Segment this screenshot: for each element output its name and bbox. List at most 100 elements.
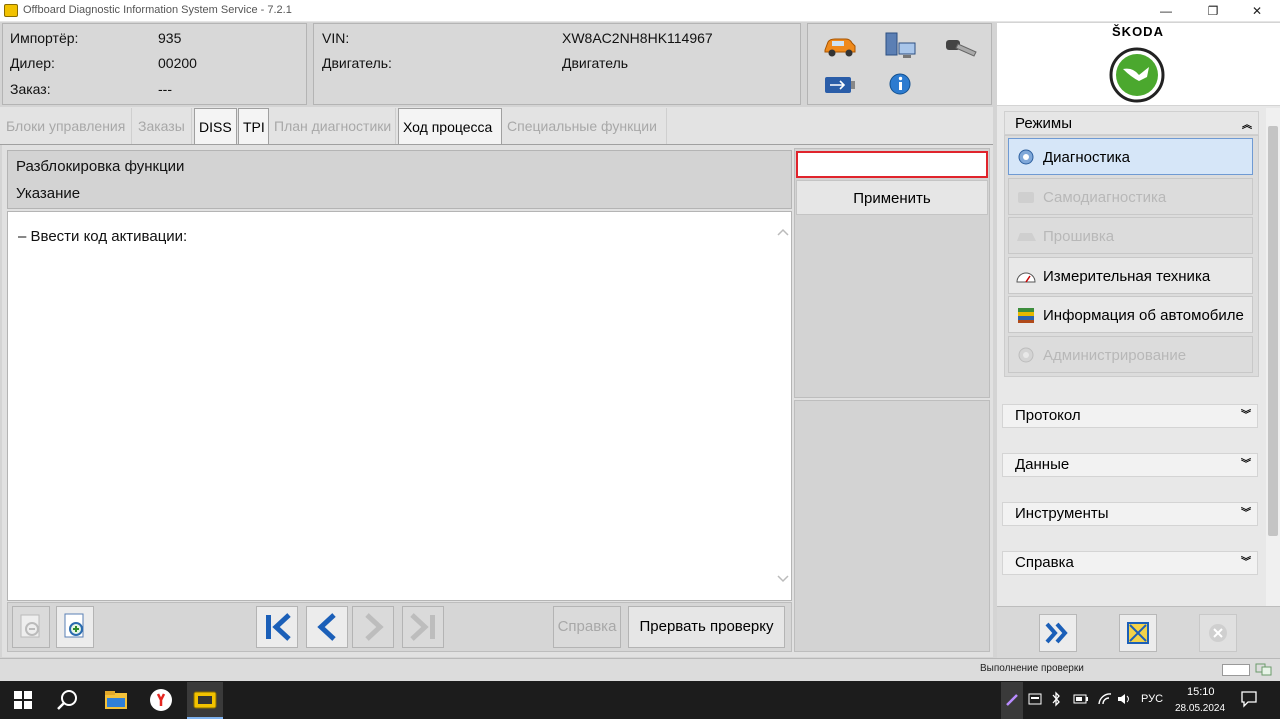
- odis-app-icon: [4, 4, 18, 17]
- section-label: Данные: [1015, 456, 1070, 473]
- previous-step-button[interactable]: [306, 606, 348, 648]
- tab-tpi[interactable]: TPI: [238, 108, 269, 144]
- activation-code-input[interactable]: [796, 151, 988, 178]
- order-label: Заказ:: [10, 81, 51, 97]
- mode-label: Администрирование: [1043, 347, 1187, 364]
- search-icon[interactable]: [57, 689, 79, 711]
- chevron-down-icon: ︾: [1241, 508, 1251, 519]
- mode-administration[interactable]: Администрирование: [1008, 336, 1253, 373]
- tab-diagnostic-plan[interactable]: План диагностики: [270, 108, 396, 144]
- arrow-left-icon: [317, 613, 336, 641]
- restore-button[interactable]: ❐: [1190, 0, 1236, 22]
- zoom-out-icon: [20, 614, 40, 638]
- importer-label: Импортёр:: [10, 30, 79, 46]
- yandex-browser-icon[interactable]: [149, 688, 173, 712]
- tab-special-functions[interactable]: Специальные функции: [503, 108, 667, 144]
- skip-last-icon: [410, 613, 435, 641]
- file-explorer-icon[interactable]: [104, 690, 128, 710]
- windows-start-icon[interactable]: [14, 691, 32, 709]
- sidebar-scrollbar[interactable]: [1266, 108, 1280, 606]
- importer-value: 935: [158, 30, 182, 46]
- close-button[interactable]: ✕: [1234, 0, 1280, 22]
- clock-time[interactable]: 15:10: [1187, 686, 1215, 698]
- help-button[interactable]: Справка: [553, 606, 621, 648]
- bluetooth-icon[interactable]: [1051, 691, 1061, 707]
- skoda-logo-icon: [1109, 47, 1165, 103]
- pen-tray-button[interactable]: [1001, 682, 1023, 719]
- volume-icon[interactable]: [1117, 692, 1133, 706]
- input-language[interactable]: РУС: [1141, 693, 1163, 705]
- mode-flashing[interactable]: Прошивка: [1008, 217, 1253, 254]
- section-label: Инструменты: [1015, 505, 1109, 522]
- dealer-value: 00200: [158, 55, 197, 71]
- key-icon[interactable]: [944, 36, 980, 60]
- forward-button[interactable]: [1039, 614, 1077, 652]
- chevron-down-icon: ︾: [1241, 557, 1251, 568]
- next-step-button[interactable]: [352, 606, 394, 648]
- first-step-button[interactable]: [256, 606, 298, 648]
- books-icon: [1018, 308, 1034, 323]
- order-value: ---: [158, 81, 172, 97]
- lower-side-panel: [794, 400, 990, 652]
- status-text: Выполнение проверки: [980, 663, 1084, 674]
- chevron-down-icon: ︾: [1241, 459, 1251, 470]
- vin-value: XW8AC2NH8HK114967: [562, 30, 713, 46]
- mode-vehicle-info[interactable]: Информация об автомобиле: [1008, 296, 1253, 333]
- mode-label: Самодиагностика: [1043, 189, 1167, 206]
- arrow-right-icon: [365, 613, 384, 641]
- modes-header[interactable]: Режимы ︽: [1004, 111, 1259, 135]
- info-icon[interactable]: [888, 72, 914, 98]
- notifications-icon[interactable]: [1240, 690, 1258, 708]
- connection-status-icon: [1255, 663, 1272, 676]
- section-protocol[interactable]: Протокол ︾: [1002, 404, 1258, 428]
- mode-self-diagnostics[interactable]: Самодиагностика: [1008, 178, 1253, 215]
- car-flash-icon: [1017, 233, 1036, 241]
- mode-label: Информация об автомобиле: [1043, 307, 1244, 324]
- section-data[interactable]: Данные ︾: [1002, 453, 1258, 477]
- clock-date[interactable]: 28.05.2024: [1175, 703, 1225, 714]
- usb-connection-icon[interactable]: [824, 74, 856, 96]
- scroll-up-icon[interactable]: [776, 226, 790, 238]
- tab-process[interactable]: Ход процесса: [398, 108, 502, 144]
- last-step-button[interactable]: [402, 606, 444, 648]
- tab-orders[interactable]: Заказы: [134, 108, 192, 144]
- scroll-down-icon[interactable]: [776, 573, 790, 585]
- battery-icon[interactable]: [1073, 694, 1089, 704]
- pen-icon: [1006, 694, 1018, 706]
- fit-screen-icon: [1127, 622, 1149, 644]
- car-icon[interactable]: [822, 34, 858, 58]
- mode-measurement[interactable]: Измерительная техника: [1008, 257, 1253, 294]
- fit-screen-button[interactable]: [1119, 614, 1157, 652]
- wifi-icon[interactable]: [1097, 692, 1113, 706]
- odis-taskbar-button[interactable]: [187, 682, 223, 719]
- sidebar-scroll-thumb[interactable]: [1268, 126, 1278, 536]
- network-icon[interactable]: [884, 31, 918, 61]
- tab-diss[interactable]: DISS: [194, 108, 237, 144]
- title-bar: Offboard Diagnostic Information System S…: [0, 0, 1280, 22]
- abort-test-button[interactable]: Прервать проверку: [628, 606, 785, 648]
- apply-button[interactable]: Применить: [796, 180, 988, 215]
- close-circle-icon: [1209, 624, 1227, 642]
- gauge-icon: [1016, 272, 1036, 283]
- exit-button[interactable]: [1199, 614, 1237, 652]
- minimize-button[interactable]: —: [1143, 0, 1189, 22]
- mode-diagnostics[interactable]: Диагностика: [1008, 138, 1253, 175]
- chevron-down-icon: ︾: [1241, 410, 1251, 421]
- procedure-subtitle: Указание: [16, 185, 81, 202]
- section-tools[interactable]: Инструменты ︾: [1002, 502, 1258, 526]
- mode-label: Диагностика: [1043, 149, 1130, 166]
- modes-title: Режимы: [1015, 115, 1073, 132]
- zoom-in-button[interactable]: [56, 606, 94, 648]
- zoom-out-button[interactable]: [12, 606, 50, 648]
- engine-value: Двигатель: [562, 55, 629, 71]
- keyboard-icon[interactable]: [1028, 693, 1042, 705]
- section-label: Справка: [1015, 554, 1074, 571]
- car-icon: [1018, 192, 1034, 203]
- gear-icon: [1018, 347, 1034, 363]
- section-help[interactable]: Справка ︾: [1002, 551, 1258, 575]
- skoda-wordmark: ŠKODA: [1112, 24, 1164, 39]
- tab-control-units[interactable]: Блоки управления: [2, 108, 132, 144]
- zoom-in-icon: [64, 613, 84, 638]
- mode-label: Измерительная техника: [1043, 268, 1211, 285]
- dealer-label: Дилер:: [10, 55, 55, 71]
